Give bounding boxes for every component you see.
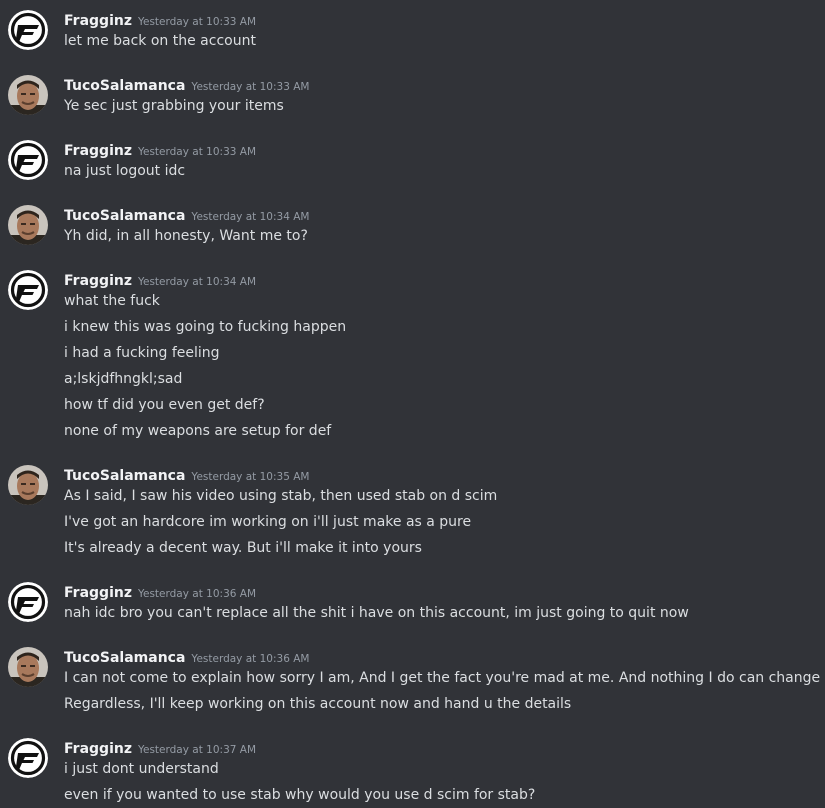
message-header: Fragginz Yesterday at 10:36 AM — [64, 582, 256, 602]
fragginz-logo-icon[interactable] — [8, 10, 48, 50]
message-text: I've got an hardcore im working on i'll … — [64, 514, 472, 530]
username[interactable]: TucoSalamanca — [64, 468, 185, 484]
username[interactable]: Fragginz — [64, 273, 132, 289]
message-header: TucoSalamanca Yesterday at 10:36 AM — [64, 647, 309, 667]
message-text: It's already a decent way. But i'll make… — [64, 540, 422, 556]
message-text: As I said, I saw his video using stab, t… — [64, 488, 498, 504]
user-photo-avatar[interactable] — [8, 205, 48, 245]
user-photo-avatar[interactable] — [8, 647, 48, 687]
message-header: TucoSalamanca Yesterday at 10:34 AM — [64, 205, 309, 225]
timestamp: Yesterday at 10:36 AM — [137, 588, 257, 600]
message-header: Fragginz Yesterday at 10:37 AM — [64, 738, 256, 758]
message-header: TucoSalamanca Yesterday at 10:33 AM — [64, 75, 309, 95]
message-text: i knew this was going to fucking happen — [64, 319, 347, 335]
message-text: what the fuck — [64, 293, 160, 309]
username[interactable]: Fragginz — [64, 143, 132, 159]
message-text: Regardless, I'll keep working on this ac… — [64, 696, 572, 712]
username[interactable]: TucoSalamanca — [64, 650, 185, 666]
message-text: how tf did you even get def? — [64, 397, 265, 413]
fragginz-logo-icon[interactable] — [8, 140, 48, 180]
message-text: i just dont understand — [64, 761, 219, 777]
message-header: Fragginz Yesterday at 10:33 AM — [64, 10, 256, 30]
message-header: Fragginz Yesterday at 10:34 AM — [64, 270, 256, 290]
message-text: na just logout idc — [64, 163, 186, 179]
timestamp: Yesterday at 10:34 AM — [137, 276, 257, 288]
timestamp: Yesterday at 10:35 AM — [191, 471, 310, 483]
user-photo-avatar[interactable] — [8, 75, 48, 115]
username[interactable]: Fragginz — [64, 585, 132, 601]
timestamp: Yesterday at 10:33 AM — [137, 146, 257, 158]
message-text: a;lskjdfhngkl;sad — [64, 371, 183, 387]
message-text: Yh did, in all honesty, Want me to? — [64, 228, 308, 244]
timestamp: Yesterday at 10:36 AM — [191, 653, 310, 665]
message-header: Fragginz Yesterday at 10:33 AM — [64, 140, 256, 160]
timestamp: Yesterday at 10:33 AM — [137, 16, 257, 28]
fragginz-logo-icon[interactable] — [8, 582, 48, 622]
fragginz-logo-icon[interactable] — [8, 270, 48, 310]
user-photo-avatar[interactable] — [8, 465, 48, 505]
message-text: i had a fucking feeling — [64, 345, 220, 361]
timestamp: Yesterday at 10:37 AM — [137, 744, 257, 756]
message-text: none of my weapons are setup for def — [64, 423, 332, 439]
message-text: even if you wanted to use stab why would… — [64, 787, 536, 803]
message-text: I can not come to explain how sorry I am… — [64, 670, 825, 686]
timestamp: Yesterday at 10:34 AM — [191, 211, 310, 223]
username[interactable]: Fragginz — [64, 13, 132, 29]
message-header: TucoSalamanca Yesterday at 10:35 AM — [64, 465, 309, 485]
username[interactable]: TucoSalamanca — [64, 208, 185, 224]
fragginz-logo-icon[interactable] — [8, 738, 48, 778]
username[interactable]: Fragginz — [64, 741, 132, 757]
message-text: Ye sec just grabbing your items — [64, 98, 284, 114]
username[interactable]: TucoSalamanca — [64, 78, 185, 94]
message-text: let me back on the account — [64, 33, 256, 49]
timestamp: Yesterday at 10:33 AM — [191, 81, 310, 93]
message-text: nah idc bro you can't replace all the sh… — [64, 605, 689, 621]
